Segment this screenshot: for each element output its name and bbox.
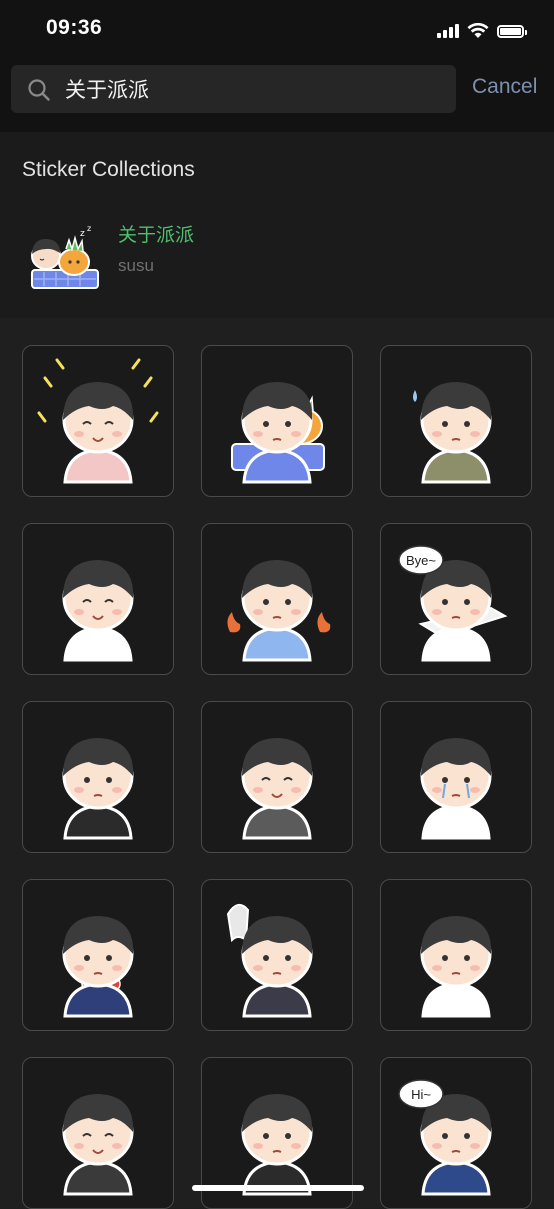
sticker-cell[interactable] xyxy=(380,879,532,1031)
search-box[interactable] xyxy=(11,65,456,113)
search-icon xyxy=(28,79,50,101)
sticker-cell[interactable] xyxy=(22,1057,174,1209)
sticker-cell[interactable] xyxy=(380,345,532,497)
sticker-headband-flags xyxy=(62,560,134,662)
sticker-bubble-text: Hi~ xyxy=(411,1087,431,1102)
sticker-heart-hands xyxy=(62,738,134,840)
status-time: 09:36 xyxy=(46,16,103,39)
sticker-sweating xyxy=(413,382,492,484)
sticker-cell[interactable] xyxy=(201,523,353,675)
section-title: Sticker Collections xyxy=(22,158,195,181)
search-header: Cancel xyxy=(0,60,554,132)
collection-item[interactable]: z z 关于派派 susu xyxy=(0,202,554,302)
sticker-airplane-bye: Bye~ xyxy=(398,545,508,662)
sticker-sleeping-carrot xyxy=(231,382,325,484)
svg-text:z: z xyxy=(87,224,91,233)
sticker-crying xyxy=(420,738,492,840)
battery-icon xyxy=(497,24,527,38)
sticker-ghost-shock xyxy=(226,903,313,1018)
status-icons xyxy=(437,20,527,42)
svg-text:z: z xyxy=(80,229,85,239)
wifi-icon xyxy=(467,23,489,38)
sticker-collections-section: Sticker Collections z z 关于派派 susu xyxy=(0,132,554,318)
sticker-cheering xyxy=(37,358,159,484)
home-indicator xyxy=(192,1185,364,1191)
sticker-cell[interactable]: Hi~ xyxy=(380,1057,532,1209)
sticker-cell[interactable]: Bye~ xyxy=(380,523,532,675)
sticker-cell[interactable] xyxy=(201,701,353,853)
sticker-cell[interactable] xyxy=(22,879,174,1031)
sticker-bubble-text: Bye~ xyxy=(406,553,436,568)
sticker-happy-sparkle xyxy=(62,1094,134,1196)
sticker-cell[interactable] xyxy=(201,879,353,1031)
sticker-cell[interactable] xyxy=(22,345,174,497)
sticker-salute-received xyxy=(420,916,492,1018)
collection-thumbnail: z z xyxy=(31,224,99,289)
sticker-cell[interactable] xyxy=(380,701,532,853)
collection-name: 关于派派 xyxy=(118,224,195,246)
sticker-grid: Bye~ Hi~ xyxy=(0,318,554,1209)
sticker-angry-fire xyxy=(227,560,331,662)
collection-author: susu xyxy=(118,256,154,275)
sticker-laughing-haha xyxy=(241,738,313,840)
cancel-button[interactable]: Cancel xyxy=(472,75,537,99)
sticker-flower-bouquet xyxy=(62,916,134,1018)
search-input[interactable] xyxy=(65,65,445,113)
cellular-signal-icon xyxy=(437,24,459,38)
sticker-hi-wave: Hi~ xyxy=(398,1079,492,1196)
status-bar: 09:36 xyxy=(0,0,554,60)
sticker-cell[interactable] xyxy=(22,701,174,853)
sticker-cell[interactable] xyxy=(22,523,174,675)
sticker-cell[interactable] xyxy=(201,345,353,497)
